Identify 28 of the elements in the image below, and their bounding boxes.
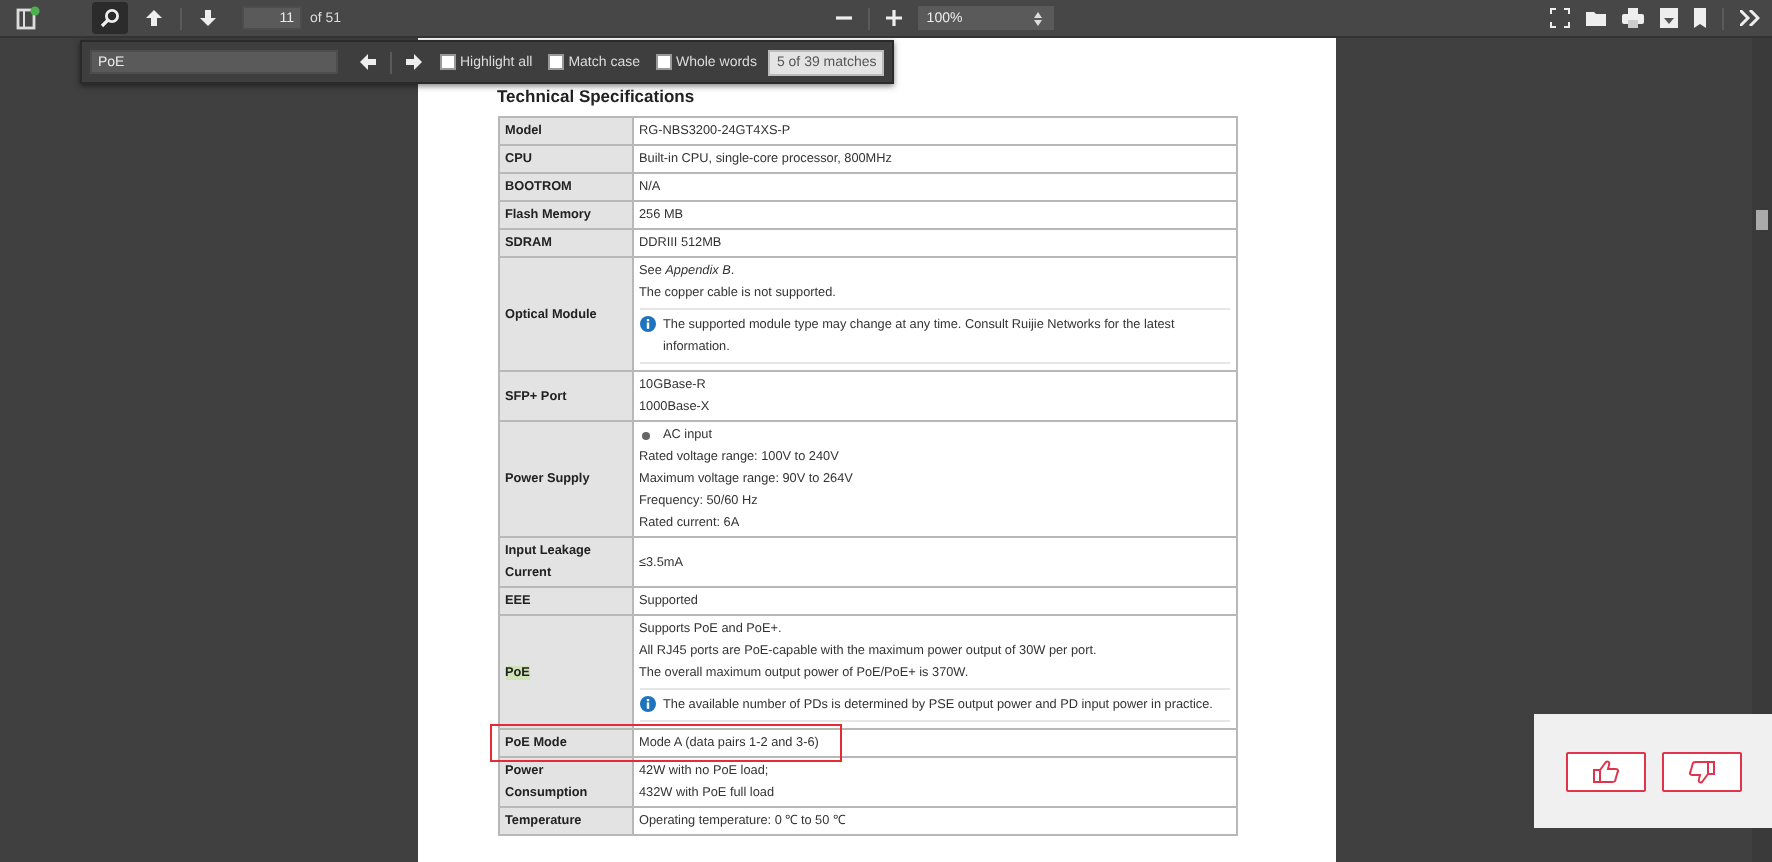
zoom-out-icon[interactable] xyxy=(836,10,853,26)
thumbs-up-button[interactable] xyxy=(1565,751,1645,791)
double-chevron-icon[interactable] xyxy=(1740,10,1761,26)
section-heading: Technical Specifications xyxy=(497,86,697,106)
sidebar-toggle-icon[interactable] xyxy=(16,6,40,30)
arrow-left-icon[interactable] xyxy=(358,52,378,72)
bullet-icon xyxy=(641,431,649,439)
info-icon xyxy=(639,316,655,332)
search-button[interactable] xyxy=(92,2,128,34)
print-icon[interactable] xyxy=(1622,8,1645,28)
arrow-right-icon[interactable] xyxy=(404,52,424,72)
checkbox[interactable] xyxy=(440,54,456,70)
arrow-up-icon[interactable] xyxy=(144,8,164,28)
arrow-down-icon[interactable] xyxy=(198,8,218,28)
thumbs-down-button[interactable] xyxy=(1661,751,1741,791)
thumbs-up-icon xyxy=(1591,759,1619,783)
caret-icon xyxy=(1034,11,1043,25)
info-icon xyxy=(639,696,655,712)
fullscreen-icon[interactable] xyxy=(1550,8,1571,28)
checkbox[interactable] xyxy=(655,54,672,70)
checkbox[interactable] xyxy=(548,54,565,70)
bookmark-icon[interactable] xyxy=(1694,8,1707,28)
folder-icon[interactable] xyxy=(1586,8,1607,28)
search-icon xyxy=(100,8,120,28)
thumbs-down-icon xyxy=(1687,759,1715,783)
scrollbar-thumb[interactable] xyxy=(1756,210,1768,230)
download-icon[interactable] xyxy=(1660,8,1679,28)
zoom-in-icon[interactable] xyxy=(886,10,903,26)
